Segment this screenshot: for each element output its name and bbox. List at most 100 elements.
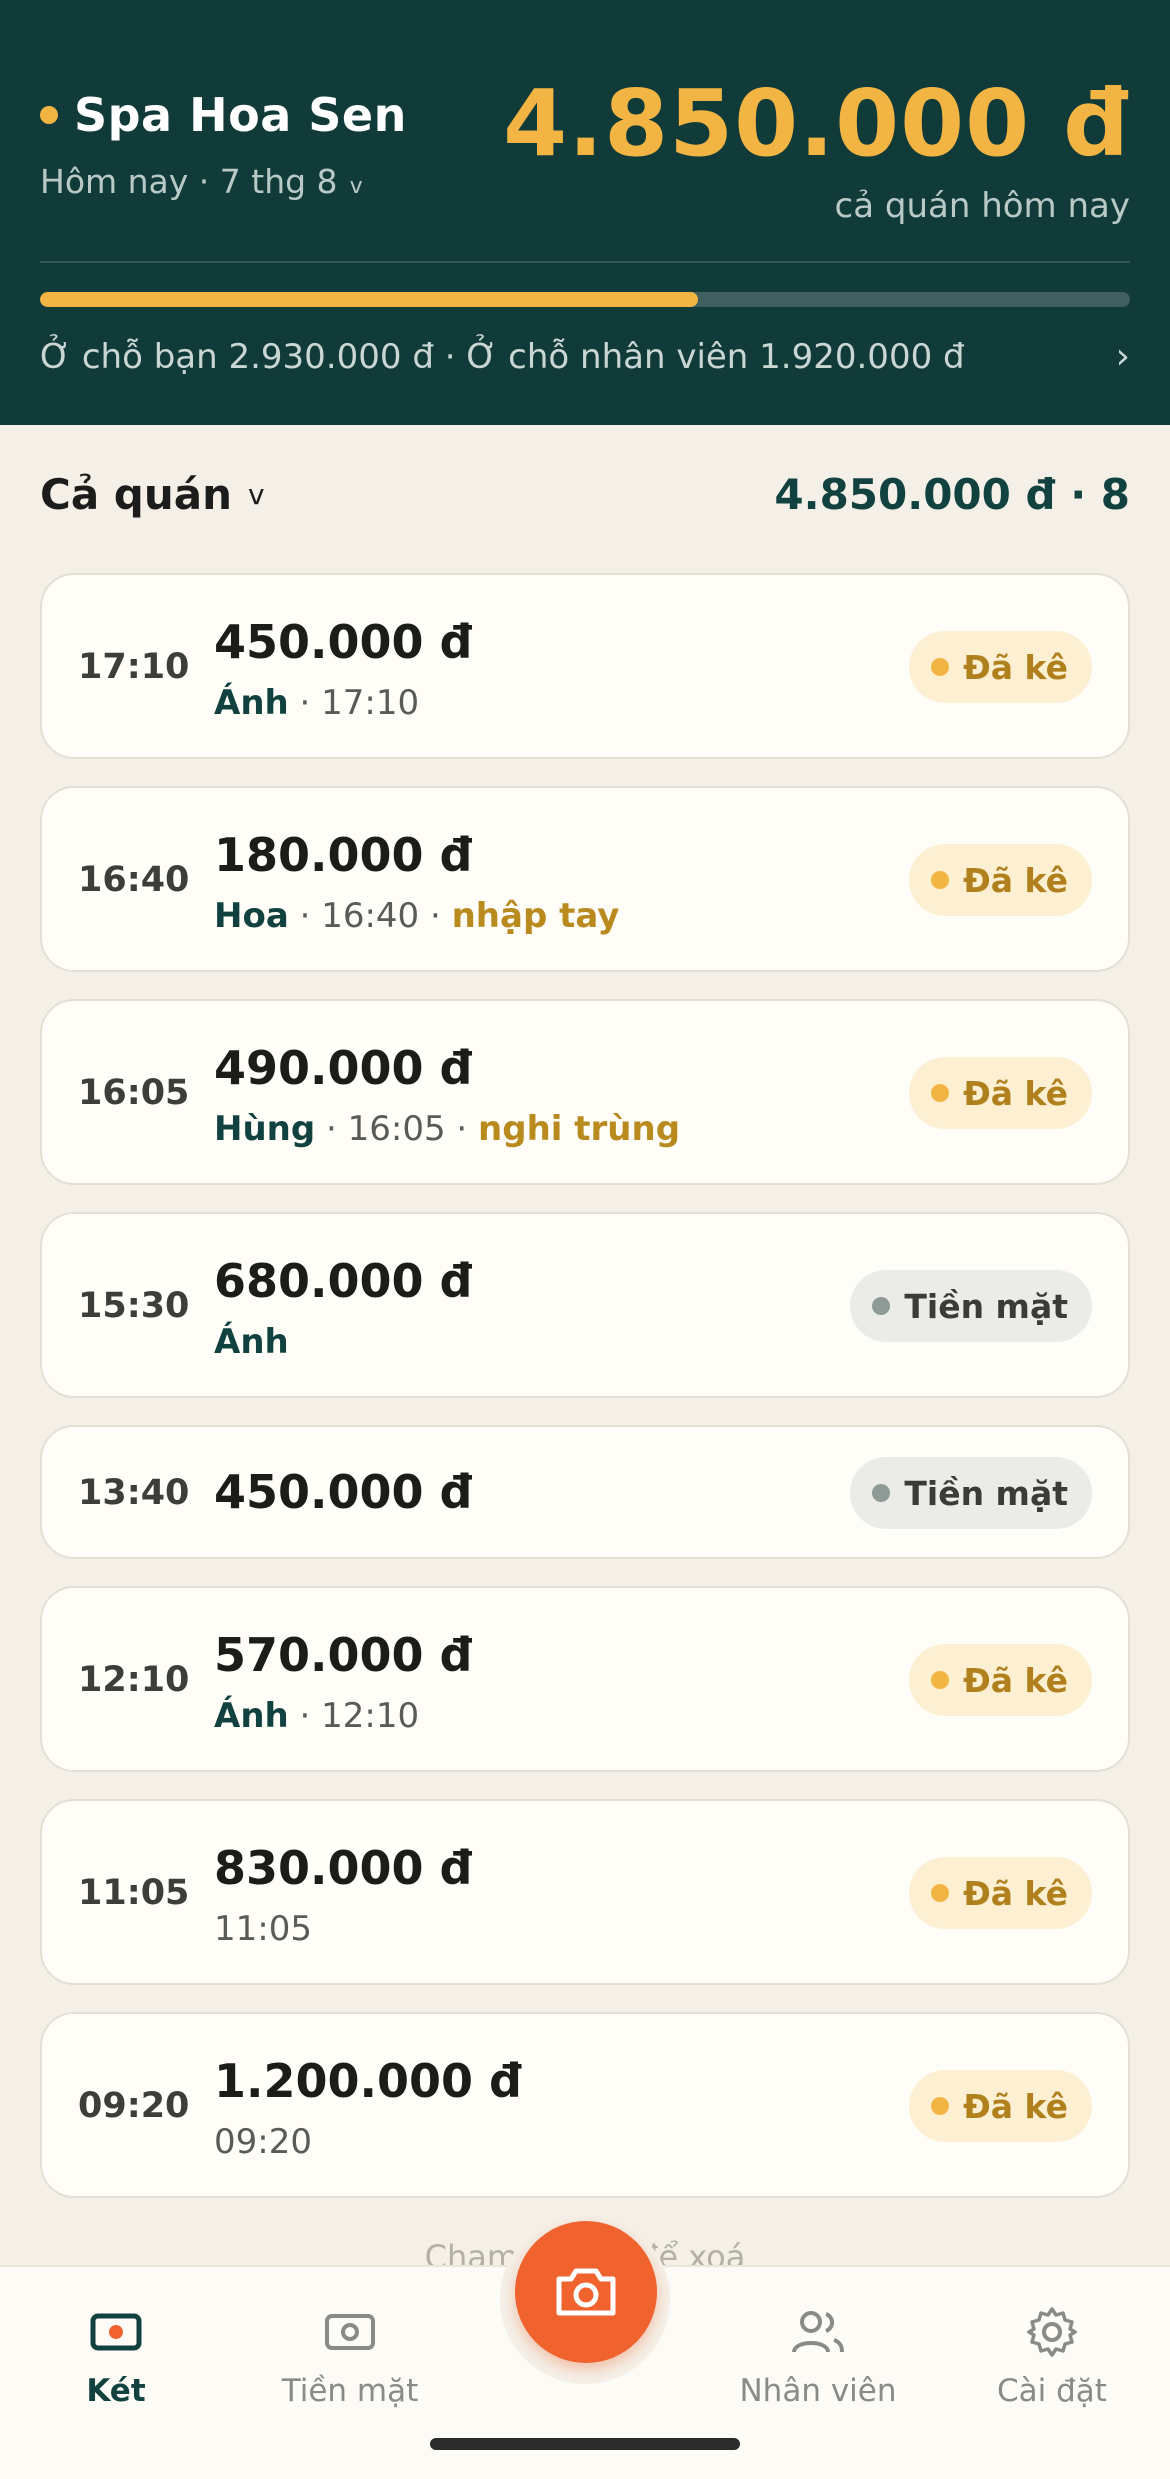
- badge-dot-icon: [931, 1884, 950, 1902]
- status-badge: Đã kê: [909, 1057, 1092, 1129]
- transaction-card[interactable]: 11:05 830.000 đ 11:05 Đã kê: [40, 1799, 1130, 1985]
- txn-staff: Ánh: [214, 1322, 289, 1362]
- txn-amount: 570.000 đ: [214, 1628, 473, 1682]
- txn-amount: 680.000 đ: [214, 1254, 473, 1308]
- txn-staff: Ánh: [214, 683, 289, 723]
- scope-title: Cả quán: [40, 470, 232, 519]
- status-badge: Tiền mặt: [850, 1457, 1092, 1529]
- txn-time: 13:40: [78, 1473, 190, 1513]
- badge-dot-icon: [872, 1484, 891, 1502]
- shop-name: Spa Hoa Sen: [74, 88, 407, 142]
- status-label: Đã kê: [963, 2086, 1068, 2126]
- transaction-card[interactable]: 13:40 450.000 đ Tiền mặt: [40, 1425, 1130, 1559]
- progress-fill: [40, 292, 699, 307]
- camera-icon: [556, 2268, 616, 2316]
- header-summary: Spa Hoa Sen Hôm nay · 7 thg 8 v 4.850.00…: [0, 0, 1170, 425]
- nav-item-nhan-vien[interactable]: Nhân viên: [718, 2297, 918, 2409]
- badge-dot-icon: [931, 2097, 950, 2115]
- nav-label: Nhân viên: [739, 2373, 897, 2409]
- nav-item-tien-mat[interactable]: Tiền mặt: [250, 2297, 450, 2409]
- people-icon: [718, 2297, 918, 2367]
- txn-meta-text: 11:05: [214, 1909, 312, 1949]
- scope-selector[interactable]: Cả quán v: [40, 470, 265, 519]
- split-text: Ở chỗ bạn 2.930.000 đ · Ở chỗ nhân viên …: [40, 336, 965, 377]
- transaction-card[interactable]: 16:40 180.000 đ Hoa · 16:40 · nhập tay Đ…: [40, 786, 1130, 972]
- nav-item-cai-dat[interactable]: Cài đặt: [952, 2297, 1152, 2409]
- divider: [40, 261, 1130, 263]
- txn-meta-text: · 16:40 ·: [288, 896, 452, 936]
- txn-amount: 830.000 đ: [214, 1841, 473, 1895]
- scope-summary: 4.850.000 đ · 8: [774, 470, 1130, 519]
- txn-meta: Ánh · 12:10: [214, 1696, 419, 1736]
- txn-meta: Ánh: [214, 1322, 289, 1362]
- split-progress-bar: [40, 292, 1130, 307]
- transaction-card[interactable]: 09:20 1.200.000 đ 09:20 Đã kê: [40, 2012, 1130, 2198]
- date-selector[interactable]: Hôm nay · 7 thg 8 v: [40, 162, 363, 201]
- status-badge: Đã kê: [909, 631, 1092, 703]
- badge-dot-icon: [931, 1084, 950, 1102]
- badge-dot-icon: [931, 871, 950, 889]
- total-subtitle: cả quán hôm nay: [834, 186, 1130, 226]
- status-badge: Đã kê: [909, 844, 1092, 916]
- status-label: Đã kê: [963, 647, 1068, 687]
- txn-meta-text: · 12:10: [288, 1696, 420, 1736]
- status-badge: Đã kê: [909, 1644, 1092, 1716]
- total-amount: 4.850.000 đ: [503, 70, 1130, 177]
- txn-amount: 1.200.000 đ: [214, 2054, 522, 2108]
- split-row[interactable]: Ở chỗ bạn 2.930.000 đ · Ở chỗ nhân viên …: [40, 336, 1130, 377]
- txn-time: 09:20: [78, 2086, 190, 2126]
- nav-label: Cài đặt: [997, 2373, 1107, 2409]
- date-label: Hôm nay · 7 thg 8: [40, 162, 338, 201]
- txn-meta: Hoa · 16:40 · nhập tay: [214, 896, 619, 936]
- chevron-down-icon: v: [248, 478, 265, 511]
- txn-time: 15:30: [78, 1286, 190, 1326]
- status-badge: Đã kê: [909, 1857, 1092, 1929]
- status-label: Đã kê: [963, 1873, 1068, 1913]
- transaction-card[interactable]: 12:10 570.000 đ Ánh · 12:10 Đã kê: [40, 1586, 1130, 1772]
- txn-amount: 450.000 đ: [214, 1465, 473, 1519]
- txn-flag: nhập tay: [451, 896, 620, 936]
- status-label: Đã kê: [963, 1073, 1068, 1113]
- status-label: Tiền mặt: [904, 1286, 1068, 1326]
- status-label: Tiền mặt: [904, 1473, 1068, 1513]
- chevron-down-icon: v: [349, 174, 363, 199]
- txn-time: 16:40: [78, 860, 190, 900]
- transaction-card[interactable]: 15:30 680.000 đ Ánh Tiền mặt: [40, 1212, 1130, 1398]
- nav-item-ket[interactable]: Két: [16, 2297, 216, 2409]
- txn-meta: Hùng · 16:05 · nghi trùng: [214, 1109, 680, 1149]
- txn-flag: nghi trùng: [478, 1109, 681, 1149]
- home-indicator: [430, 2438, 740, 2450]
- txn-meta: Ánh · 17:10: [214, 683, 419, 723]
- status-label: Đã kê: [963, 860, 1068, 900]
- camera-capture-button[interactable]: [515, 2221, 657, 2363]
- transaction-card[interactable]: 17:10 450.000 đ Ánh · 17:10 Đã kê: [40, 573, 1130, 759]
- txn-time: 11:05: [78, 1873, 190, 1913]
- txn-meta-text: 09:20: [214, 2122, 312, 2162]
- status-dot-icon: [40, 106, 58, 124]
- txn-staff: Ánh: [214, 1696, 289, 1736]
- badge-dot-icon: [872, 1297, 891, 1315]
- cashbox-icon: [16, 2297, 216, 2367]
- txn-time: 17:10: [78, 647, 190, 687]
- status-label: Đã kê: [963, 1660, 1068, 1700]
- filter-row: Cả quán v 4.850.000 đ · 8: [40, 470, 1130, 519]
- chevron-right-icon: ›: [1115, 336, 1130, 377]
- txn-time: 12:10: [78, 1660, 190, 1700]
- badge-dot-icon: [931, 1671, 950, 1689]
- txn-time: 16:05: [78, 1073, 190, 1113]
- txn-amount: 490.000 đ: [214, 1041, 473, 1095]
- txn-meta: 09:20: [214, 2122, 312, 2162]
- txn-staff: Hùng: [214, 1109, 316, 1149]
- txn-amount: 180.000 đ: [214, 828, 473, 882]
- cash-icon: [250, 2297, 450, 2367]
- gear-icon: [952, 2297, 1152, 2367]
- txn-meta-text: · 16:05 ·: [315, 1109, 479, 1149]
- txn-staff: Hoa: [214, 896, 289, 936]
- txn-meta-text: · 17:10: [288, 683, 420, 723]
- nav-label: Tiền mặt: [281, 2373, 419, 2409]
- txn-amount: 450.000 đ: [214, 615, 473, 669]
- status-badge: Đã kê: [909, 2070, 1092, 2142]
- status-badge: Tiền mặt: [850, 1270, 1092, 1342]
- badge-dot-icon: [931, 658, 950, 676]
- transaction-card[interactable]: 16:05 490.000 đ Hùng · 16:05 · nghi trùn…: [40, 999, 1130, 1185]
